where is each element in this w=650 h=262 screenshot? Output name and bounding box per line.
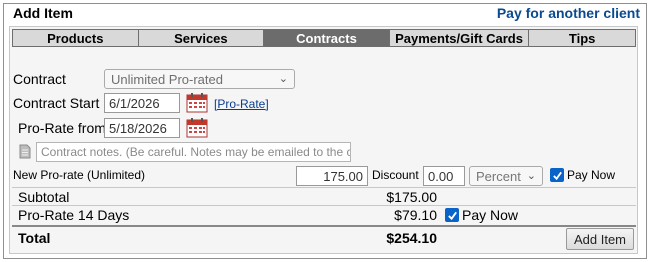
line-item-name: New Pro-rate (Unlimited)	[13, 168, 146, 182]
prorate-value: $79.10	[394, 207, 437, 223]
total-value: $254.10	[386, 230, 437, 246]
pay-for-another-client-link[interactable]: Pay for another client	[497, 5, 640, 21]
discount-field[interactable]: 0.00	[423, 166, 465, 186]
discount-label: Discount	[372, 168, 419, 182]
notes-icon	[19, 144, 31, 159]
prorate-days-label: Pro-Rate 14 Days	[18, 207, 130, 223]
tab-products[interactable]: Products	[13, 30, 139, 46]
prorate-from-field[interactable]: 5/18/2026	[104, 118, 180, 138]
pay-now-checkbox[interactable]	[550, 168, 564, 182]
contract-notes-input[interactable]: Contract notes. (Be careful. Notes may b…	[36, 142, 351, 162]
divider	[12, 187, 636, 188]
tab-tips[interactable]: Tips	[529, 30, 635, 46]
tab-payments-gift-cards[interactable]: Payments/Gift Cards	[389, 30, 530, 46]
chevron-down-icon: ⌄	[278, 73, 288, 85]
total-divider	[12, 225, 636, 227]
contract-select-value: Unlimited Pro-rated	[111, 71, 223, 87]
contract-label: Contract	[13, 71, 66, 87]
chevron-down-icon: ⌄	[526, 170, 536, 182]
discount-type-select[interactable]: Percent ⌄	[469, 166, 543, 186]
prorate-from-label: Pro-Rate from	[18, 120, 106, 136]
calendar-icon[interactable]	[186, 93, 208, 113]
pro-rate-link[interactable]: [Pro-Rate]	[214, 97, 269, 111]
discount-type-value: Percent	[476, 168, 521, 184]
prorate-pay-now-checkbox[interactable]	[445, 208, 459, 222]
page-title: Add Item	[13, 5, 73, 21]
prorate-pay-now-label: Pay Now	[462, 207, 519, 223]
divider	[12, 205, 636, 206]
add-item-button[interactable]: Add Item	[566, 228, 634, 250]
item-type-tabs: Products Services Contracts Payments/Gif…	[12, 29, 636, 47]
contract-start-field[interactable]: 6/1/2026	[104, 93, 180, 113]
calendar-icon[interactable]	[186, 118, 208, 138]
subtotal-label: Subtotal	[18, 189, 70, 205]
tab-contracts[interactable]: Contracts	[264, 30, 390, 46]
price-field[interactable]: 175.00	[296, 166, 368, 186]
contract-start-label: Contract Start	[13, 95, 100, 111]
subtotal-value: $175.00	[386, 189, 437, 205]
contract-select[interactable]: Unlimited Pro-rated ⌄	[104, 69, 295, 89]
total-label: Total	[18, 230, 51, 246]
pay-now-label: Pay Now	[567, 168, 616, 182]
tab-services[interactable]: Services	[138, 30, 265, 46]
